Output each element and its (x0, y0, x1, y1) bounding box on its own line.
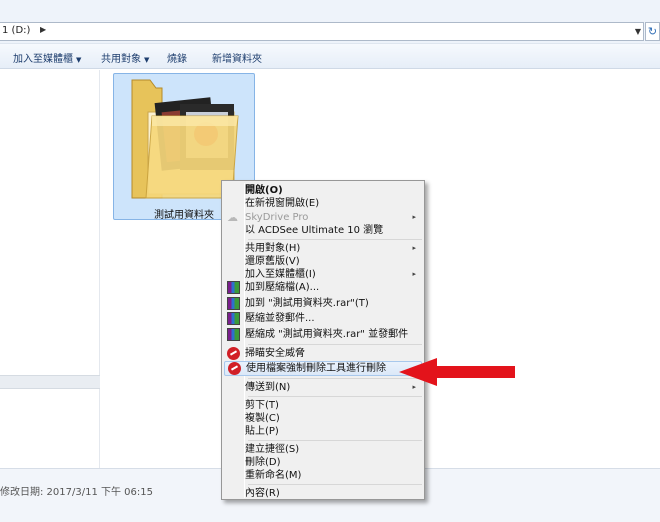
modified-date: 修改日期: 2017/3/11 下午 06:15 (0, 487, 153, 498)
chevron-down-icon: ▼ (76, 56, 82, 64)
refresh-button[interactable]: ↻ (645, 22, 660, 41)
navigation-pane[interactable] (0, 70, 100, 468)
nav-pane-scrollbar[interactable] (0, 375, 100, 389)
annotation-arrow-icon (399, 358, 515, 386)
menu-item-restore-previous[interactable]: 還原舊版(V) (224, 255, 422, 268)
breadcrumb-arrow-icon[interactable]: ▶ (40, 25, 46, 34)
submenu-arrow-icon: ▸ (412, 213, 416, 221)
menu-separator (248, 440, 422, 441)
chevron-down-icon: ▼ (144, 56, 150, 64)
menu-item-delete[interactable]: 刪除(D) (224, 456, 422, 469)
menu-item-open-new-window[interactable]: 在新視窗開啟(E) (224, 197, 422, 210)
trend-micro-icon (227, 347, 240, 360)
context-menu: 開啟(O) 在新視窗開啟(E) ☁ SkyDrive Pro ▸ 以 ACDSe… (221, 180, 425, 500)
trend-micro-icon (228, 362, 241, 375)
menu-item-open[interactable]: 開啟(O) (224, 184, 422, 197)
winrar-icon (227, 297, 240, 310)
menu-item-share-with[interactable]: 共用對象(H) ▸ (224, 242, 422, 255)
menu-item-paste[interactable]: 貼上(P) (224, 425, 422, 438)
menu-item-add-to-rar[interactable]: 加到 "測試用資料夾.rar"(T) (224, 297, 422, 310)
menu-separator (248, 239, 422, 240)
winrar-icon (227, 312, 240, 325)
menu-separator (248, 344, 422, 345)
submenu-arrow-icon: ▸ (412, 270, 416, 278)
menu-item-compress-and-email[interactable]: 壓縮並發郵件... (224, 312, 422, 325)
menu-separator (248, 484, 422, 485)
menu-separator (248, 378, 422, 379)
menu-item-copy[interactable]: 複製(C) (224, 412, 422, 425)
menu-item-add-to-archive[interactable]: 加到壓縮檔(A)... (224, 281, 422, 294)
menu-item-create-shortcut[interactable]: 建立捷徑(S) (224, 443, 422, 456)
menu-item-rename[interactable]: 重新命名(M) (224, 469, 422, 482)
menu-item-send-to[interactable]: 傳送到(N) ▸ (224, 381, 422, 394)
winrar-icon (227, 281, 240, 294)
menu-separator (248, 396, 422, 397)
submenu-arrow-icon: ▸ (412, 244, 416, 252)
address-bar[interactable]: 1 (D:) ▶ ▼ (0, 22, 644, 41)
winrar-icon (227, 328, 240, 341)
new-folder-button[interactable]: 新增資料夾 (212, 50, 262, 65)
add-to-library-button[interactable]: 加入至媒體櫃 ▼ (13, 50, 81, 65)
burn-button[interactable]: 燒錄 (167, 50, 187, 65)
share-with-button[interactable]: 共用對象 ▼ (101, 50, 149, 65)
menu-item-cut[interactable]: 剪下(T) (224, 399, 422, 412)
menu-item-include-in-library[interactable]: 加入至媒體櫃(I) ▸ (224, 268, 422, 281)
cloud-icon: ☁ (227, 211, 238, 224)
address-path: 1 (D:) (2, 25, 31, 36)
address-dropdown-icon[interactable]: ▼ (635, 27, 641, 36)
menu-item-compress-rar-and-email[interactable]: 壓縮成 "測試用資料夾.rar" 並發郵件 (224, 328, 422, 341)
command-bar: 加入至媒體櫃 ▼ 共用對象 ▼ 燒錄 新增資料夾 (0, 44, 660, 69)
menu-item-skydrive-pro[interactable]: ☁ SkyDrive Pro ▸ (224, 211, 422, 224)
address-strip: 1 (D:) ▶ ▼ ↻ (0, 0, 660, 44)
menu-item-properties[interactable]: 內容(R) (224, 487, 422, 500)
menu-item-acdsee[interactable]: 以 ACDSee Ultimate 10 瀏覽 (224, 224, 422, 237)
menu-item-force-delete[interactable]: 使用檔案強制刪除工具進行刪除 (224, 361, 422, 376)
menu-item-scan-threats[interactable]: 掃瞄安全威脅 (224, 347, 422, 360)
